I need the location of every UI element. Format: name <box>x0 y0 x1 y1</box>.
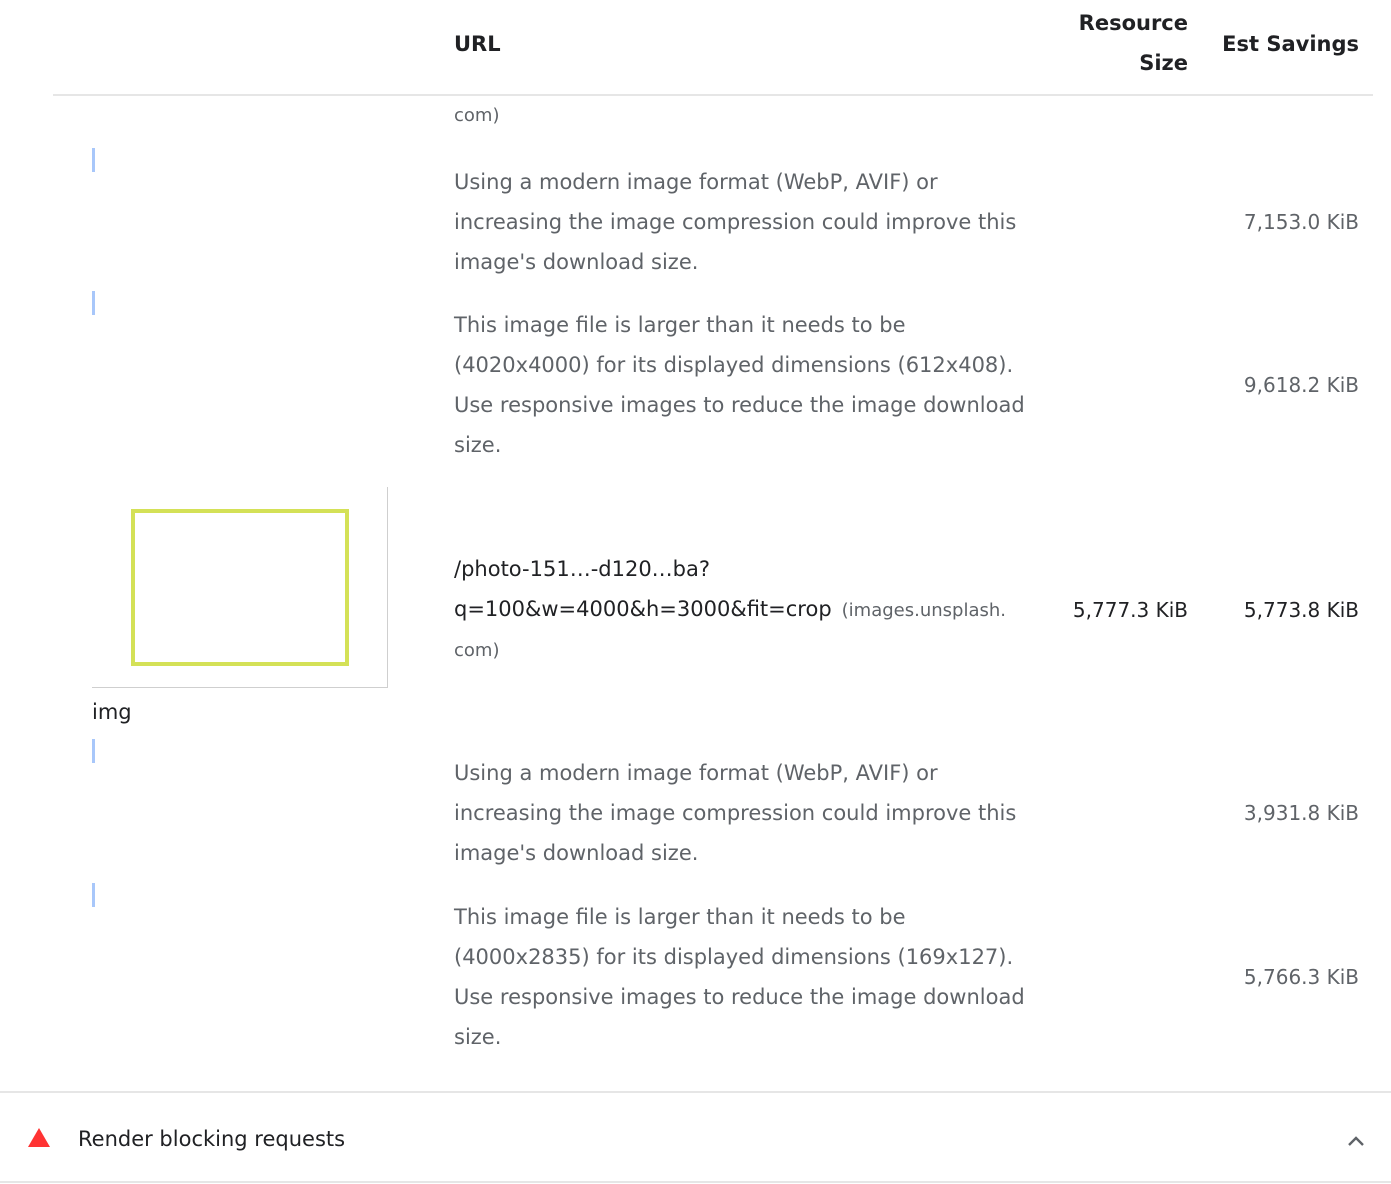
column-header-resource-size-line1: Resource <box>1078 11 1188 35</box>
image-highlight-box <box>131 509 349 666</box>
subitem-marker <box>92 739 95 763</box>
resource-url-query: q=100&w=4000&h=3000&fit=crop <box>454 597 832 621</box>
resource-size-value: 5,777.3 KiB <box>1072 598 1188 622</box>
resource-url-host-tail: com) <box>454 640 500 661</box>
previous-url-host-tail: com) <box>454 105 500 126</box>
column-header-est-savings: Est Savings <box>1222 32 1359 56</box>
resource-url[interactable]: /photo-151…-d120…ba? q=100&w=4000&h=3000… <box>454 549 1044 671</box>
column-header-resource-size: Resource Size <box>1070 3 1188 83</box>
audit-title: Render blocking requests <box>78 1127 346 1151</box>
subitem-description: Using a modern image format (WebP, AVIF)… <box>454 170 1017 274</box>
subitem-marker <box>92 883 95 907</box>
element-label: img <box>92 700 132 724</box>
subitem-marker <box>92 291 95 315</box>
subitem-description: This image file is larger than it needs … <box>454 905 1025 1049</box>
column-header-url: URL <box>454 32 501 56</box>
resource-url-query-line: q=100&w=4000&h=3000&fit=crop (images.unsp… <box>454 589 1044 631</box>
subitem-savings: 5,766.3 KiB <box>1243 965 1359 989</box>
subitem-description: Using a modern image format (WebP, AVIF)… <box>454 761 1017 865</box>
est-savings-value: 5,773.8 KiB <box>1243 598 1359 622</box>
subitem-marker <box>92 148 95 172</box>
chevron-up-icon[interactable] <box>1346 1133 1366 1149</box>
subitem-savings: 3,931.8 KiB <box>1243 801 1359 825</box>
column-header-resource-size-line2: Size <box>1139 51 1188 75</box>
subitem-description: This image file is larger than it needs … <box>454 313 1025 457</box>
red-triangle-warning-icon <box>28 1128 50 1147</box>
resource-url-path: /photo-151…-d120…ba? <box>454 557 711 581</box>
audit-divider <box>0 1181 1391 1183</box>
header-divider <box>53 94 1373 96</box>
subitem-savings: 9,618.2 KiB <box>1243 373 1359 397</box>
subitem-savings: 7,153.0 KiB <box>1243 210 1359 234</box>
image-thumbnail[interactable] <box>92 487 388 688</box>
resource-url-host: (images.unsplash. <box>841 600 1007 621</box>
